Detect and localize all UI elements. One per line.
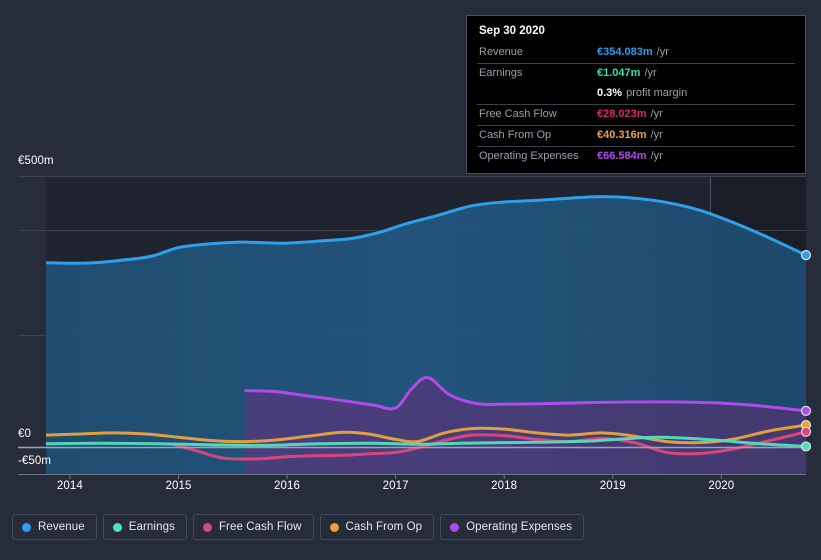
legend-label: Operating Expenses xyxy=(466,521,573,533)
tooltip-label-revenue: Revenue xyxy=(479,46,524,58)
y-axis-tick-2: -€50m xyxy=(18,455,52,467)
legend-color-dot-icon xyxy=(22,522,31,532)
x-axis-tick-2018: 2018 xyxy=(491,480,518,492)
legend-color-dot-icon xyxy=(329,522,339,532)
legend-item-earnings[interactable]: Earnings xyxy=(102,514,187,540)
tooltip-value-revenue: €354.083m xyxy=(597,46,653,58)
x-axis-tick-2019: 2019 xyxy=(599,480,626,492)
x-axis-tick-2017: 2017 xyxy=(382,480,409,492)
tooltip-date: Sep 30 2020 xyxy=(479,25,545,37)
legend-color-dot-icon xyxy=(112,522,122,532)
chart-tooltip: Sep 30 2020 Revenue €354.083m /yr Earnin… xyxy=(466,15,806,174)
tooltip-label-profit-margin: profit margin xyxy=(626,87,688,99)
legend-label: Revenue xyxy=(38,521,85,533)
legend-item-revenue[interactable]: Revenue xyxy=(12,514,97,540)
legend-item-cash-from-op[interactable]: Cash From Op xyxy=(319,514,435,540)
tooltip-unit-earnings: /yr xyxy=(644,67,657,79)
tooltip-value-free-cash-flow: €28.023m xyxy=(597,108,647,120)
tooltip-row-free-cash-flow: Free Cash Flow €28.023m /yr xyxy=(477,104,795,125)
chart-legend: Revenue Earnings Free Cash Flow Cash From O… xyxy=(12,514,585,540)
tooltip-value-profit-margin: 0.3% xyxy=(597,87,623,99)
tooltip-row-earnings: Earnings €1.047m /yr xyxy=(477,63,795,84)
tooltip-label-earnings: Earnings xyxy=(479,67,523,79)
tooltip-value-operating-expenses: €66.584m xyxy=(597,150,647,162)
x-axis-tick-2014: 2014 xyxy=(56,480,83,492)
legend-label: Earnings xyxy=(128,521,175,533)
x-axis-tick-2015: 2015 xyxy=(165,480,192,492)
tooltip-unit-free-cash-flow: /yr xyxy=(650,108,663,120)
tooltip-label-operating-expenses: Operating Expenses xyxy=(479,150,579,162)
tooltip-unit-cash-from-op: /yr xyxy=(650,129,663,141)
legend-color-dot-icon xyxy=(450,522,460,532)
tooltip-unit-revenue: /yr xyxy=(656,46,669,58)
legend-item-free-cash-flow[interactable]: Free Cash Flow xyxy=(192,514,314,540)
tooltip-value-earnings: €1.047m xyxy=(597,67,641,79)
tooltip-row-revenue: Revenue €354.083m /yr xyxy=(477,43,795,63)
tooltip-row-profit-margin: 0.3% profit margin xyxy=(477,84,795,104)
y-axis-tick-1: €0 xyxy=(18,428,31,440)
legend-color-dot-icon xyxy=(202,522,212,532)
tooltip-label-free-cash-flow: Free Cash Flow xyxy=(479,108,557,120)
legend-item-operating-expenses[interactable]: Operating Expenses xyxy=(440,514,585,540)
legend-label: Free Cash Flow xyxy=(218,521,302,533)
x-axis-tick-2016: 2016 xyxy=(274,480,301,492)
tooltip-row-cash-from-op: Cash From Op €40.316m /yr xyxy=(477,125,795,146)
tooltip-row-operating-expenses: Operating Expenses €66.584m /yr xyxy=(477,146,795,167)
y-axis-tick-0: €500m xyxy=(18,155,54,167)
x-axis-tick-2020: 2020 xyxy=(708,480,735,492)
tooltip-label-cash-from-op: Cash From Op xyxy=(479,129,552,141)
tooltip-value-cash-from-op: €40.316m xyxy=(597,129,647,141)
tooltip-unit-operating-expenses: /yr xyxy=(650,150,663,162)
legend-label: Cash From Op xyxy=(345,521,423,533)
financial-chart-widget: €500m €0 -€50m 2014 2015 2016 2017 2018 2019 2020… xyxy=(0,0,821,560)
